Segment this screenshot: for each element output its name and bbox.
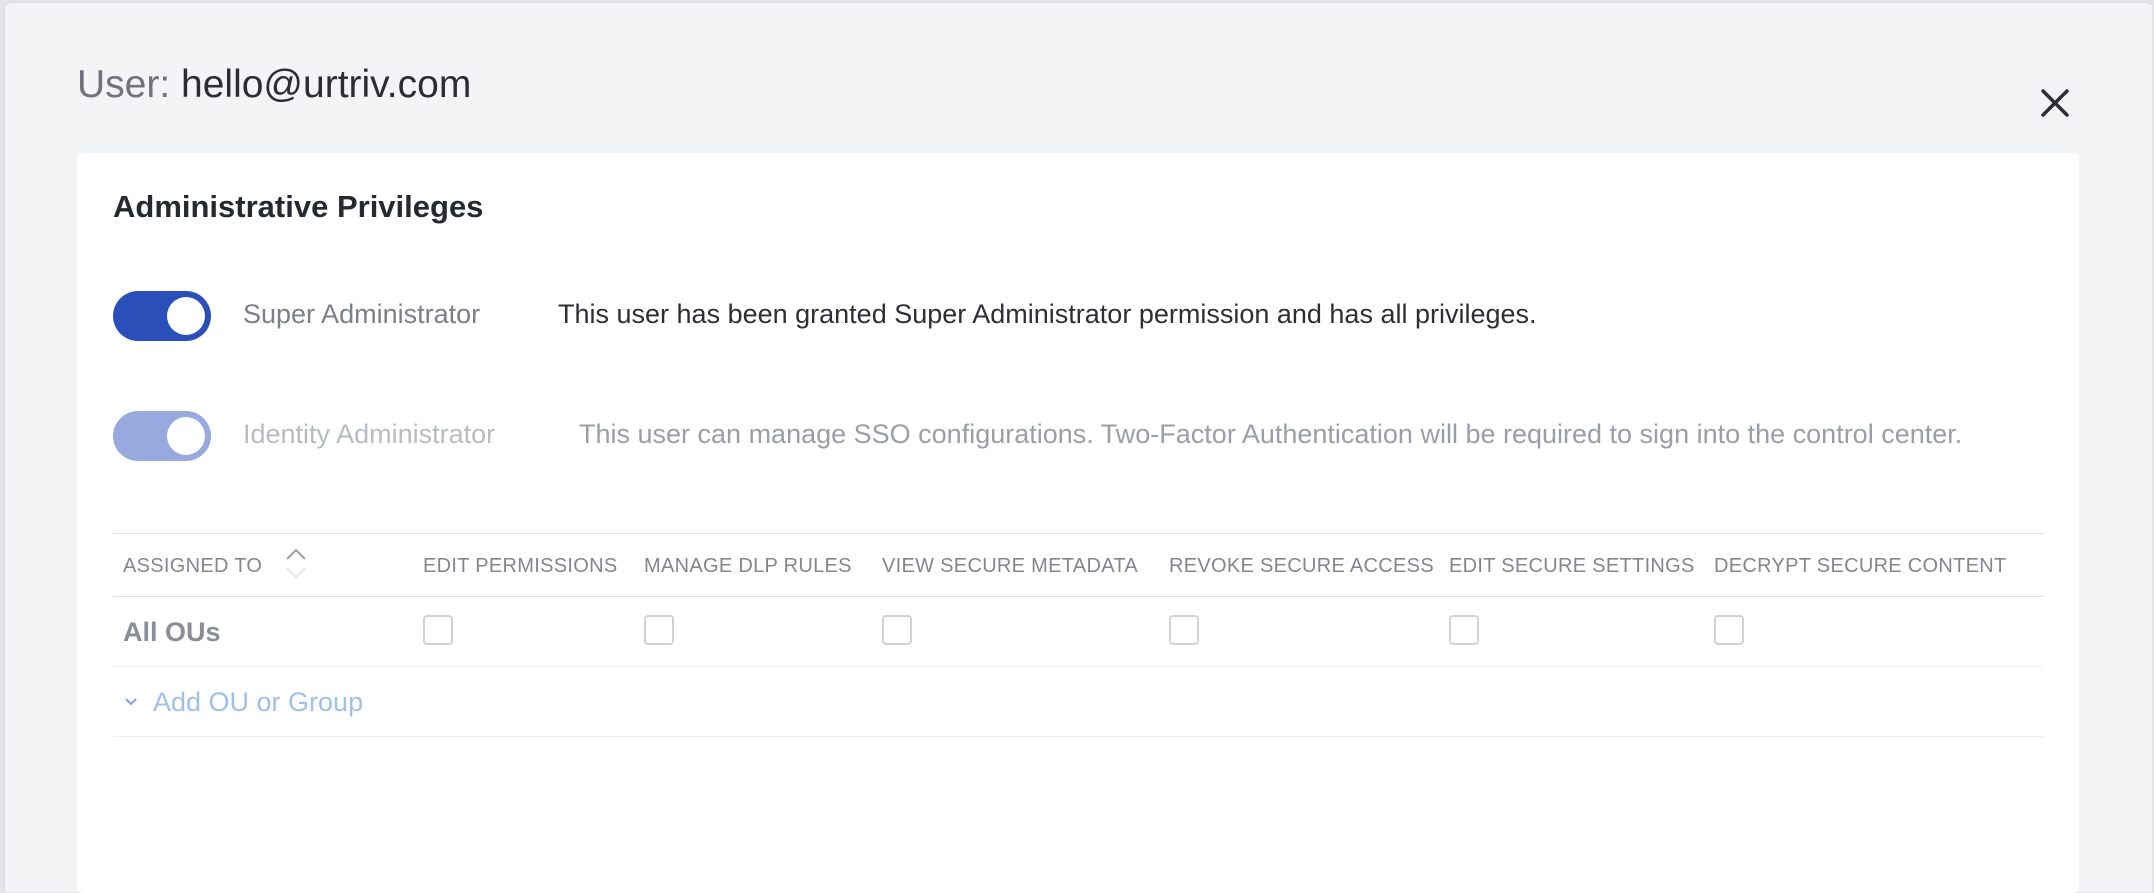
ou-name: All OUs (123, 617, 221, 647)
toggle-knob (167, 297, 205, 335)
privilege-row-identity-admin: Identity Administrator This user can man… (113, 411, 2043, 461)
admin-privileges-card: Administrative Privileges Super Administ… (77, 153, 2079, 893)
identity-admin-description: This user can manage SSO configurations.… (579, 419, 1963, 449)
user-modal: User: hello@urtriv.com Administrative Pr… (4, 2, 2152, 893)
column-edit-secure-settings: EDIT SECURE SETTINGS (1449, 555, 1695, 577)
close-icon (2041, 89, 2069, 117)
column-revoke-secure-access: REVOKE SECURE ACCESS (1169, 555, 1434, 577)
permissions-table: ASSIGNED TO EDIT PERMISSIONS MANAGE DLP … (113, 533, 2043, 737)
close-button[interactable] (2033, 81, 2077, 125)
column-manage-dlp-rules: MANAGE DLP RULES (644, 555, 852, 577)
super-admin-label: Super Administrator (243, 299, 481, 329)
modal-title: User: hello@urtriv.com (77, 61, 471, 109)
super-admin-toggle[interactable] (113, 291, 211, 341)
column-decrypt-secure-content: DECRYPT SECURE CONTENT (1714, 555, 2007, 577)
chevron-down-icon (125, 698, 137, 706)
column-view-secure-metadata: VIEW SECURE METADATA (882, 555, 1139, 577)
edit-secure-settings-checkbox[interactable] (1449, 615, 1479, 645)
identity-admin-label: Identity Administrator (243, 419, 496, 449)
manage-dlp-rules-checkbox[interactable] (644, 615, 674, 645)
edit-permissions-checkbox[interactable] (423, 615, 453, 645)
section-title: Administrative Privileges (113, 189, 484, 224)
sort-icon[interactable] (283, 544, 309, 582)
table-row: All OUs (113, 597, 2043, 667)
add-ou-row: Add OU or Group (113, 667, 2043, 737)
modal-title-prefix: User: (77, 63, 171, 106)
add-ou-or-group-label: Add OU or Group (153, 686, 364, 717)
user-email: hello@urtriv.com (181, 63, 472, 106)
privilege-row-super-admin: Super Administrator This user has been g… (113, 291, 2043, 341)
revoke-secure-access-checkbox[interactable] (1169, 615, 1199, 645)
toggle-knob (167, 417, 205, 455)
column-assigned-to[interactable]: ASSIGNED TO (123, 555, 262, 578)
super-admin-description: This user has been granted Super Adminis… (558, 299, 1537, 329)
view-secure-metadata-checkbox[interactable] (882, 615, 912, 645)
column-edit-permissions: EDIT PERMISSIONS (423, 555, 618, 577)
identity-admin-toggle[interactable] (113, 411, 211, 461)
table-header: ASSIGNED TO EDIT PERMISSIONS MANAGE DLP … (113, 533, 2043, 597)
add-ou-or-group-link[interactable]: Add OU or Group (123, 685, 363, 719)
decrypt-secure-content-checkbox[interactable] (1714, 615, 1744, 645)
